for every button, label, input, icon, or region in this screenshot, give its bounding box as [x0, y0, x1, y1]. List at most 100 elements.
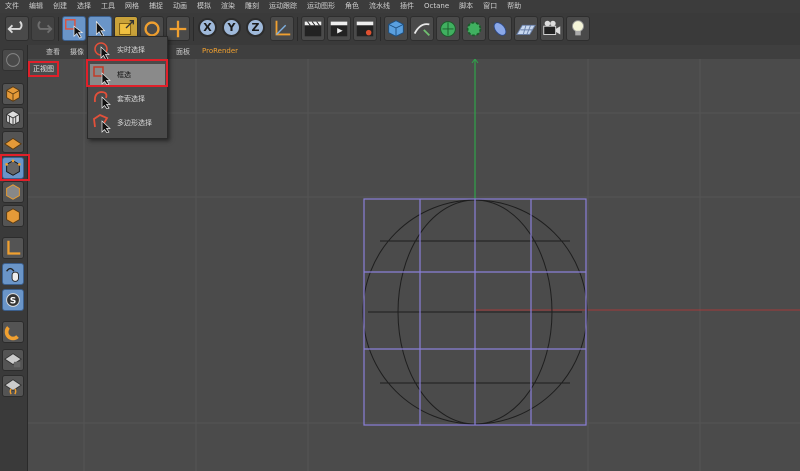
render-settings-button[interactable] — [353, 16, 377, 41]
lasso-selection-label: 套索选择 — [117, 95, 145, 103]
cube-object-button[interactable] — [384, 16, 408, 41]
live-selection-item[interactable]: 实时选择 — [90, 39, 165, 61]
menu-octane[interactable]: Octane — [419, 0, 454, 13]
menu-select[interactable]: 选择 — [72, 0, 96, 13]
subdivision-icon — [440, 21, 456, 37]
render-picture-viewer-button[interactable] — [327, 16, 351, 41]
array-button[interactable] — [462, 16, 486, 41]
magnet-icon — [4, 326, 19, 341]
subdivision-surface-button[interactable] — [436, 16, 460, 41]
menu-motion-tracker[interactable]: 运动跟踪 — [264, 0, 302, 13]
model-mode-button[interactable] — [2, 83, 24, 105]
edges-mode-button[interactable] — [2, 181, 24, 203]
live-selection-icon — [94, 42, 110, 60]
render-view-button[interactable] — [301, 16, 325, 41]
workplane-icon — [3, 137, 23, 150]
highlight-points-mode — [0, 154, 30, 181]
floor-grid-icon — [516, 24, 536, 35]
clapperboard-play-icon — [330, 21, 348, 37]
menu-mograph[interactable]: 运动图形 — [302, 0, 340, 13]
redo-button[interactable] — [31, 16, 55, 41]
axis-l-icon — [7, 240, 21, 255]
x-axis-lock-button[interactable]: X — [198, 18, 217, 37]
menu-mesh[interactable]: 网格 — [120, 0, 144, 13]
menu-simulate[interactable]: 模拟 — [192, 0, 216, 13]
lasso-selection-item[interactable]: 套索选择 — [90, 88, 165, 110]
workplane-mode-button[interactable] — [2, 131, 24, 153]
gear-cluster-icon — [466, 21, 482, 37]
deformer-button[interactable] — [488, 16, 512, 41]
polygons-mode-button[interactable] — [2, 205, 24, 227]
polygon-selection-label: 多边形选择 — [117, 119, 152, 127]
undo-icon — [7, 20, 23, 34]
polygon-selection-item[interactable]: 多边形选择 — [90, 112, 165, 134]
camera-icon — [543, 20, 561, 35]
menu-animate[interactable]: 动画 — [168, 0, 192, 13]
menu-bar: 文件 编辑 创建 选择 工具 网格 捕捉 动画 模拟 渲染 雕刻 运动跟踪 运动… — [0, 0, 800, 13]
menu-render[interactable]: 渲染 — [216, 0, 240, 13]
toolbar-separator — [297, 17, 298, 41]
viewport-menu-camera[interactable]: 摄像 — [70, 47, 84, 57]
clapperboard-gear-icon — [356, 21, 374, 37]
toolbar-separator — [58, 17, 59, 41]
polygon-selection-icon — [93, 113, 111, 133]
light-button[interactable] — [566, 16, 590, 41]
cube-polygons-icon — [6, 208, 20, 224]
camera-button[interactable] — [540, 16, 564, 41]
y-axis-lock-button[interactable]: Y — [222, 18, 241, 37]
make-editable-button[interactable] — [2, 49, 24, 71]
clapperboard-icon — [304, 21, 322, 37]
menu-plugins[interactable]: 插件 — [395, 0, 419, 13]
menu-script[interactable]: 脚本 — [454, 0, 478, 13]
viewport-menu-prorender[interactable]: ProRender — [202, 47, 238, 55]
selection-tool-button[interactable] — [62, 16, 86, 41]
viewport-menu-view[interactable]: 查看 — [46, 47, 60, 57]
checker-cube-icon — [6, 110, 20, 126]
quantize-button[interactable] — [2, 321, 24, 343]
menu-tools[interactable]: 工具 — [96, 0, 120, 13]
coordinate-system-icon — [275, 20, 291, 36]
lasso-selection-icon — [93, 91, 111, 109]
y-axis-line — [471, 59, 479, 199]
grid-brackets-icon — [3, 379, 23, 395]
menu-window[interactable]: 窗口 — [478, 0, 502, 13]
snap-s-icon: S — [6, 293, 20, 307]
left-toolbar: S — [0, 45, 28, 471]
viewport-menu-panel[interactable]: 面板 — [176, 47, 190, 57]
locked-workplane-button[interactable] — [2, 349, 24, 371]
menu-help[interactable]: 帮助 — [502, 0, 526, 13]
move-cross-icon — [169, 20, 187, 38]
menu-create[interactable]: 创建 — [48, 0, 72, 13]
light-bulb-icon — [572, 20, 584, 36]
grid-lock-icon — [3, 353, 23, 368]
live-selection-label: 实时选择 — [117, 46, 145, 54]
redo-icon — [37, 20, 53, 34]
spline-pen-button[interactable] — [410, 16, 434, 41]
coordinate-system-button[interactable] — [270, 16, 294, 41]
menu-pipeline[interactable]: 流水线 — [364, 0, 395, 13]
undo-button[interactable] — [5, 16, 29, 41]
transform-tool-button[interactable] — [166, 16, 190, 41]
menu-character[interactable]: 角色 — [340, 0, 364, 13]
axis-mode-button[interactable] — [2, 237, 24, 259]
toolbar-separator — [193, 17, 194, 41]
menu-file[interactable]: 文件 — [0, 0, 24, 13]
texture-mode-button[interactable] — [2, 107, 24, 129]
planar-workplane-button[interactable] — [2, 375, 24, 397]
z-axis-lock-button[interactable]: Z — [246, 18, 265, 37]
menu-sculpt[interactable]: 雕刻 — [240, 0, 264, 13]
toolbar-separator — [380, 17, 381, 41]
cube-orange-icon — [6, 86, 20, 102]
floor-button[interactable] — [514, 16, 538, 41]
selection-tools-menu: 实时选择 框选 套索选择 多边形选择 — [87, 36, 168, 139]
tweak-mode-button[interactable] — [2, 263, 24, 285]
snap-button[interactable]: S — [2, 289, 24, 311]
viewport-label[interactable]: 正视图 — [28, 61, 59, 77]
pen-icon — [413, 23, 430, 37]
cube-icon — [388, 20, 404, 37]
menu-edit[interactable]: 编辑 — [24, 0, 48, 13]
menu-snap[interactable]: 捕捉 — [144, 0, 168, 13]
highlight-rectangle-selection — [86, 59, 168, 87]
make-editable-icon — [6, 53, 20, 67]
rectangle-selection-icon — [65, 19, 84, 39]
